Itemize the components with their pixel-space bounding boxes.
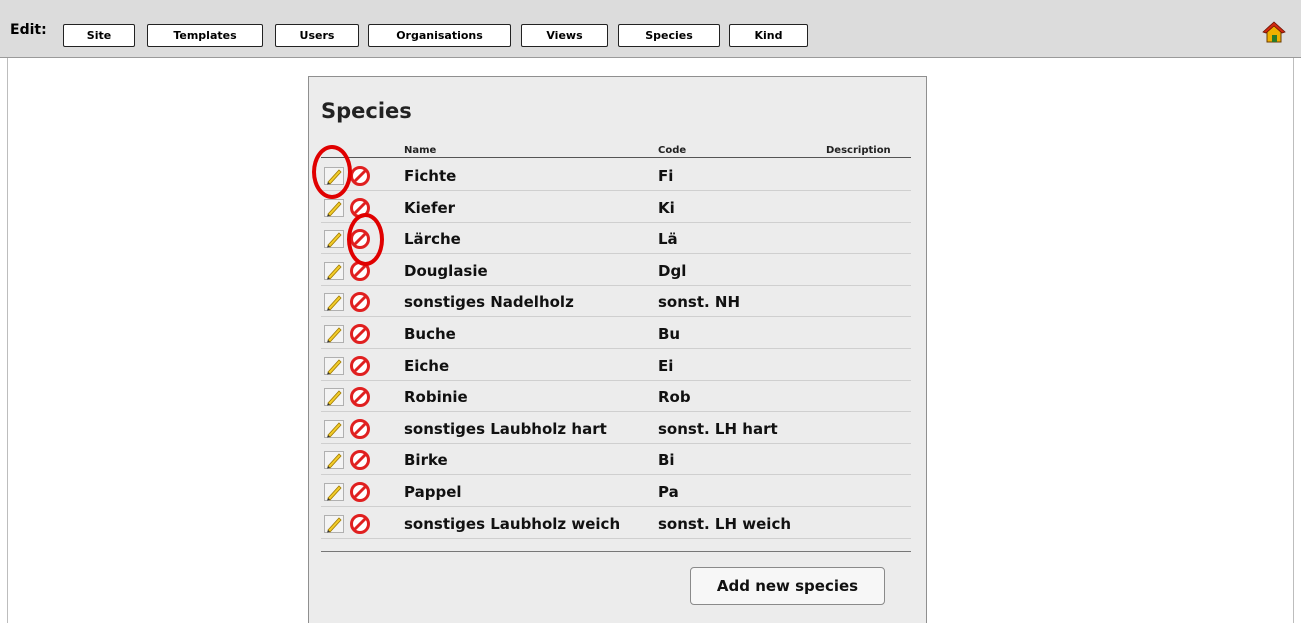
species-code: Dgl — [658, 261, 687, 280]
pencil-icon[interactable] — [324, 483, 344, 501]
delete-icon[interactable] — [349, 386, 371, 408]
delete-icon[interactable] — [349, 418, 371, 440]
right-border — [1293, 58, 1294, 623]
table-row: sonstiges Laubholz hart sonst. LH hart — [321, 413, 911, 444]
species-code: Bu — [658, 325, 681, 343]
table-row: Kiefer Ki — [321, 192, 911, 223]
species-name: Buche — [404, 325, 456, 343]
species-name: Lärche — [404, 230, 461, 249]
nav-button-organisations[interactable]: Organisations — [368, 24, 511, 47]
panel-title: Species — [321, 99, 412, 123]
species-name: Eiche — [404, 356, 450, 375]
table-row: Robinie Rob — [321, 381, 911, 413]
left-border — [7, 58, 8, 623]
species-code: sonst. NH — [658, 293, 741, 312]
column-header-name: Name — [404, 145, 437, 156]
species-code: Ei — [658, 356, 674, 375]
delete-icon[interactable] — [349, 449, 371, 471]
nav-button-kind[interactable]: Kind — [729, 24, 808, 47]
pencil-icon[interactable] — [324, 325, 344, 343]
row-divider — [321, 537, 911, 539]
species-name: sonstiges Laubholz weich — [404, 514, 621, 533]
species-code: Rob — [658, 388, 691, 407]
species-code: sonst. LH weich — [658, 514, 792, 533]
species-name: sonstiges Laubholz hart — [404, 419, 607, 438]
table-row: Eiche Ei — [321, 350, 911, 381]
home-icon[interactable] — [1262, 20, 1286, 44]
pencil-icon[interactable] — [324, 293, 344, 312]
table-row: sonstiges Laubholz weich sonst. LH weich — [321, 508, 911, 539]
pencil-icon[interactable] — [324, 356, 344, 375]
column-header-description: Description — [826, 145, 891, 156]
table-row: Douglasie Dgl — [321, 255, 911, 286]
table-row: Pappel Pa — [321, 476, 911, 507]
edit-label: Edit: — [10, 22, 47, 38]
edit-toolbar: Edit: Site Templates Users Organisations… — [0, 0, 1301, 58]
delete-icon[interactable] — [349, 323, 371, 345]
species-name: Kiefer — [404, 198, 456, 217]
species-name: Pappel — [404, 483, 462, 501]
pencil-icon[interactable] — [324, 419, 344, 438]
species-code: Pa — [658, 483, 679, 501]
species-name: Robinie — [404, 388, 468, 407]
header-divider — [321, 157, 911, 158]
nav-button-users[interactable]: Users — [275, 24, 359, 47]
delete-icon[interactable] — [349, 165, 371, 187]
species-name: Douglasie — [404, 261, 488, 280]
highlight-circle-edit — [312, 145, 352, 199]
table-row: Fichte Fi — [321, 160, 911, 191]
column-header-code: Code — [658, 145, 687, 156]
delete-icon[interactable] — [349, 513, 371, 535]
table-row: sonstiges Nadelholz sonst. NH — [321, 286, 911, 318]
highlight-circle-delete — [347, 213, 384, 266]
pencil-icon[interactable] — [324, 198, 344, 217]
pencil-icon[interactable] — [324, 230, 344, 249]
pencil-icon[interactable] — [324, 451, 344, 470]
nav-button-site[interactable]: Site — [63, 24, 135, 47]
species-code: Fi — [658, 167, 674, 185]
nav-button-templates[interactable]: Templates — [147, 24, 263, 47]
table-row: Birke Bi — [321, 444, 911, 476]
species-panel: Species Name Code Description Fichte Fi Ki… — [308, 76, 927, 623]
species-name: sonstiges Nadelholz — [404, 293, 574, 312]
species-code: sonst. LH hart — [658, 419, 778, 438]
table-row: Lärche Lä — [321, 223, 911, 255]
species-name: Birke — [404, 451, 448, 470]
species-name: Fichte — [404, 167, 457, 185]
pencil-icon[interactable] — [324, 261, 344, 280]
delete-icon[interactable] — [349, 291, 371, 313]
pencil-icon[interactable] — [324, 514, 344, 533]
species-code: Bi — [658, 451, 675, 470]
species-code: Lä — [658, 230, 678, 249]
species-code: Ki — [658, 198, 675, 217]
pencil-icon[interactable] — [324, 388, 344, 407]
table-row: Buche Bu — [321, 318, 911, 349]
nav-button-views[interactable]: Views — [521, 24, 608, 47]
nav-button-species[interactable]: Species — [618, 24, 720, 47]
add-new-species-button[interactable]: Add new species — [690, 567, 885, 605]
delete-icon[interactable] — [349, 481, 371, 503]
delete-icon[interactable] — [349, 355, 371, 377]
table-bottom-divider — [321, 551, 911, 552]
